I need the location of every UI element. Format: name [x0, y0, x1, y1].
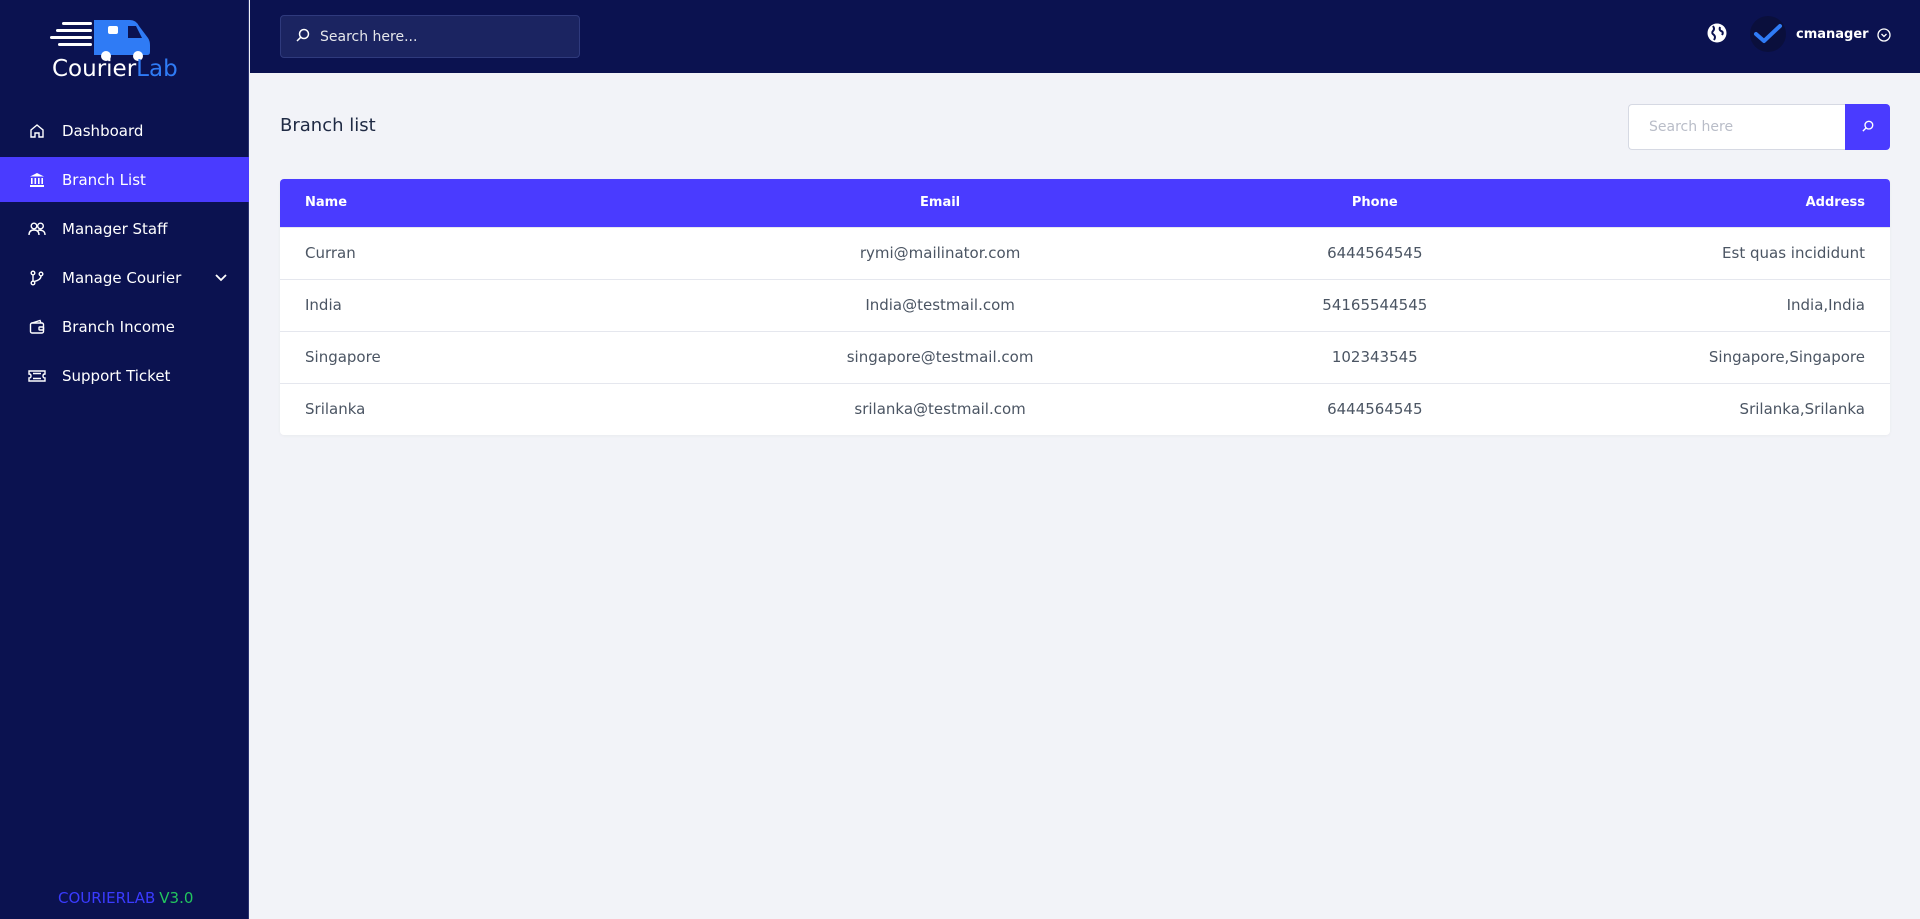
- version-number: V3.0: [159, 889, 194, 907]
- cell-email: srilanka@testmail.com: [854, 400, 1026, 419]
- cell-name: Srilanka: [305, 400, 366, 419]
- column-header-address: Address: [1805, 195, 1865, 211]
- cell-phone: 6444564545: [1327, 244, 1423, 262]
- logo-text-lab: Lab: [136, 56, 178, 82]
- sidebar-item-manager-staff[interactable]: Manager Staff: [0, 206, 249, 251]
- branch-search-input[interactable]: [1628, 104, 1845, 150]
- courierlab-logo[interactable]: CourierLab: [50, 18, 180, 88]
- table-row: India India@testmail.com 54165544545 Ind…: [280, 279, 1890, 331]
- chevron-down-circle-icon[interactable]: [1876, 27, 1891, 42]
- sidebar-nav: Dashboard Branch List Manager Staff Mana…: [0, 108, 249, 402]
- table-header-row: Name Email Phone Address: [280, 179, 1890, 227]
- cell-phone: 54165544545: [1322, 296, 1428, 314]
- sidebar: CourierLab Dashboard Branch List Manager…: [0, 0, 249, 919]
- search-icon: [1861, 120, 1874, 135]
- cell-name: India: [305, 296, 342, 314]
- topbar: cmanager: [250, 0, 1920, 73]
- cell-phone: 102343545: [1331, 348, 1418, 366]
- user-menu[interactable]: cmanager: [1750, 16, 1891, 52]
- sidebar-item-support-ticket[interactable]: Support Ticket: [0, 353, 249, 398]
- chevron-down-icon[interactable]: [213, 269, 229, 285]
- username[interactable]: cmanager: [1796, 27, 1869, 42]
- sidebar-item-label: Branch Income: [62, 317, 175, 336]
- column-header-name: Name: [305, 195, 348, 211]
- sidebar-item-label: Manage Courier: [62, 268, 182, 287]
- sidebar-item-label: Manager Staff: [62, 219, 168, 238]
- avatar[interactable]: [1750, 16, 1786, 52]
- cell-address: Singapore,Singapore: [1708, 348, 1865, 366]
- branch-search-form: [1628, 104, 1890, 150]
- cell-email: singapore@testmail.com: [846, 348, 1034, 366]
- ticket-icon: [28, 367, 46, 385]
- top-search-input[interactable]: [320, 28, 560, 45]
- table-row: Curran rymi@mailinator.com 6444564545 Es…: [280, 227, 1890, 279]
- page-title: Branch list: [280, 115, 376, 136]
- home-icon: [28, 122, 46, 140]
- checkmark-logo-icon: [1754, 24, 1782, 43]
- branch-search-button[interactable]: [1845, 104, 1890, 150]
- column-header-phone: Phone: [1351, 195, 1398, 211]
- column-header-email: Email: [920, 195, 961, 211]
- sidebar-item-dashboard[interactable]: Dashboard: [0, 108, 249, 153]
- table-row: Srilanka srilanka@testmail.com 644456454…: [280, 383, 1890, 435]
- cell-address: India,India: [1786, 296, 1865, 314]
- cell-name: Curran: [305, 244, 356, 262]
- sidebar-item-branch-income[interactable]: Branch Income: [0, 304, 249, 349]
- cell-email: rymi@mailinator.com: [859, 244, 1021, 262]
- sidebar-item-branch-list[interactable]: Branch List: [0, 157, 249, 202]
- app-version: COURIERLAB V3.0: [58, 889, 193, 907]
- table-row: Singapore singapore@testmail.com 1023435…: [280, 331, 1890, 383]
- git-branch-icon: [28, 269, 46, 287]
- cell-address: Est quas incididunt: [1722, 244, 1865, 262]
- globe-icon[interactable]: [1706, 22, 1728, 44]
- bank-icon: [28, 171, 46, 189]
- cell-email: India@testmail.com: [865, 296, 1015, 314]
- sidebar-item-manage-courier[interactable]: Manage Courier: [0, 255, 249, 300]
- top-search-box[interactable]: [280, 15, 580, 58]
- branch-table-card: Name Email Phone Address Curran rymi@mai…: [280, 179, 1890, 435]
- sidebar-item-label: Support Ticket: [62, 366, 171, 385]
- cell-address: Srilanka,Srilanka: [1739, 400, 1865, 419]
- sidebar-item-label: Dashboard: [62, 121, 144, 140]
- branch-table: Name Email Phone Address Curran rymi@mai…: [280, 179, 1890, 435]
- cell-name: Singapore: [305, 348, 381, 366]
- cell-phone: 6444564545: [1327, 400, 1423, 419]
- logo-text-courier: Courier: [52, 56, 137, 82]
- version-brand: COURIERLAB: [58, 889, 156, 907]
- wallet-icon: [28, 318, 46, 336]
- logo-text: CourierLab: [52, 56, 178, 82]
- search-icon: [296, 27, 310, 46]
- users-icon: [28, 220, 46, 238]
- sidebar-item-label: Branch List: [62, 170, 146, 189]
